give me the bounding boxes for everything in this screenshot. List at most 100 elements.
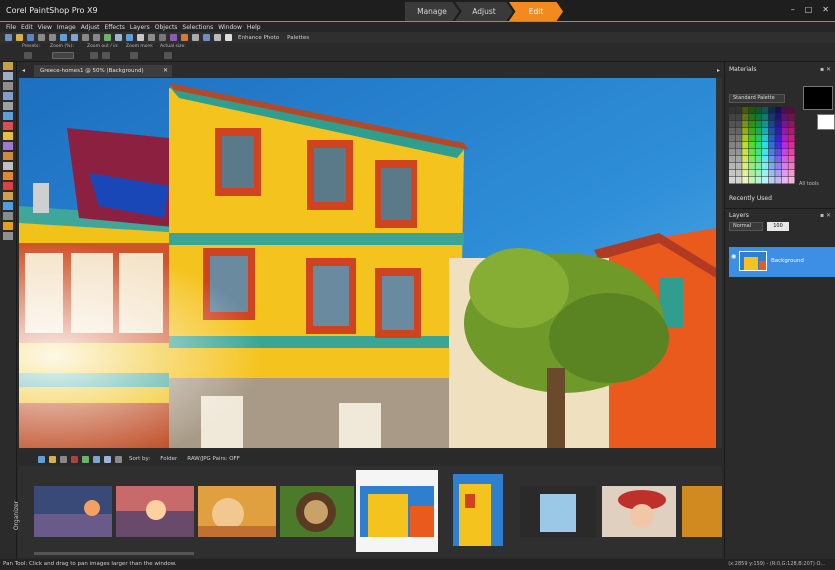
color-swatch[interactable] [742,142,749,149]
folder-dropdown[interactable]: Folder [160,456,177,462]
color-swatch[interactable] [775,149,782,156]
color-swatch[interactable] [762,107,769,114]
color-swatch[interactable] [768,149,775,156]
color-swatch[interactable] [735,163,742,170]
color-swatch[interactable] [755,121,762,128]
color-swatch[interactable] [729,170,736,177]
print-icon[interactable] [38,34,45,41]
color-swatch[interactable] [748,135,755,142]
raw-jpg-filter[interactable]: RAW/JPG Pairs: OFF [187,456,240,462]
new-icon[interactable] [5,34,12,41]
color-swatch[interactable] [755,156,762,163]
script-run-icon[interactable] [181,34,188,41]
actual-size-button[interactable] [164,52,172,59]
color-swatch[interactable] [775,135,782,142]
color-swatch[interactable] [788,156,795,163]
materials-close-icon[interactable]: ▪ ✕ [820,66,831,73]
color-swatch[interactable] [735,177,742,184]
text-icon[interactable] [159,34,166,41]
menu-help[interactable]: Help [247,24,261,31]
clone-tool-icon[interactable] [3,142,13,150]
color-swatch[interactable] [775,177,782,184]
color-swatch[interactable] [755,107,762,114]
help-icon[interactable] [203,34,210,41]
color-swatch[interactable] [755,170,762,177]
color-swatch[interactable] [762,156,769,163]
color-swatch[interactable] [755,114,762,121]
thumbnail-item[interactable] [198,486,276,537]
color-swatch[interactable] [762,121,769,128]
color-swatch[interactable] [768,128,775,135]
color-swatch[interactable] [742,156,749,163]
color-swatch[interactable] [788,114,795,121]
color-swatch[interactable] [781,107,788,114]
tab-scroll-right-icon[interactable]: ▸ [717,67,720,74]
color-swatch[interactable] [775,156,782,163]
color-swatches[interactable] [729,107,797,185]
menu-adjust[interactable]: Adjust [81,24,100,31]
color-swatch[interactable] [729,107,736,114]
zoom-in-button[interactable] [102,52,110,59]
organizer-delete-icon[interactable] [71,455,78,463]
color-swatch[interactable] [788,149,795,156]
gradient-tool-icon[interactable] [3,202,13,210]
pick-tool-icon[interactable] [3,72,13,80]
color-swatch[interactable] [748,149,755,156]
color-swatch[interactable] [768,142,775,149]
color-swatch[interactable] [788,170,795,177]
crop-icon[interactable] [104,34,111,41]
copy-icon[interactable] [60,34,67,41]
organizer-tag-icon[interactable] [82,455,89,463]
color-swatch[interactable] [755,149,762,156]
color-swatch[interactable] [729,142,736,149]
color-swatch[interactable] [762,163,769,170]
thumbnail-item[interactable] [34,486,112,537]
color-swatch[interactable] [742,107,749,114]
color-swatch[interactable] [735,107,742,114]
pan-tool-icon[interactable] [3,62,13,70]
color-swatch[interactable] [735,170,742,177]
cut-icon[interactable] [49,34,56,41]
thumbnail-item[interactable] [453,474,503,546]
color-swatch[interactable] [781,142,788,149]
organizer-info-icon[interactable] [115,455,122,463]
color-swatch[interactable] [742,114,749,121]
color-swatch[interactable] [781,128,788,135]
close-button[interactable]: ✕ [822,5,829,14]
color-swatch[interactable] [762,114,769,121]
document-tab[interactable]: Greece-homes1 @ 50% (Background) ✕ [34,65,172,77]
makeover-tool-icon[interactable] [3,132,13,140]
rotate-icon[interactable] [126,34,133,41]
color-swatch[interactable] [742,149,749,156]
color-swatch[interactable] [768,170,775,177]
thumbnail-item[interactable] [116,486,194,537]
palettes-button[interactable]: Palettes [287,35,309,41]
all-tools-checkbox[interactable]: All tools [799,181,819,187]
color-swatch[interactable] [735,142,742,149]
menu-layers[interactable]: Layers [130,24,150,31]
thumbnail-item[interactable] [682,486,722,537]
selection-tool-icon[interactable] [3,82,13,90]
menu-file[interactable]: File [6,24,16,31]
text-tool-icon[interactable] [3,212,13,220]
pointer-icon[interactable] [225,34,232,41]
paste-icon[interactable] [71,34,78,41]
color-swatch[interactable] [775,170,782,177]
minimize-button[interactable]: – [791,5,795,14]
color-swatch[interactable] [788,177,795,184]
color-swatch[interactable] [788,128,795,135]
image-canvas[interactable] [19,78,716,448]
thumbnail-item[interactable] [602,486,676,537]
color-swatch[interactable] [781,177,788,184]
script-icon[interactable] [170,34,177,41]
color-swatch[interactable] [781,135,788,142]
color-swatch[interactable] [735,156,742,163]
eraser-tool-icon[interactable] [3,162,13,170]
layer-row-background[interactable]: ◉ Background [729,247,835,277]
color-swatch[interactable] [748,170,755,177]
thumbnail-item-selected[interactable] [360,486,434,537]
color-swatch[interactable] [748,177,755,184]
color-swatch[interactable] [781,156,788,163]
canvas-vertical-scrollbar[interactable] [716,78,722,448]
blend-mode-dropdown[interactable]: Normal [729,222,763,231]
